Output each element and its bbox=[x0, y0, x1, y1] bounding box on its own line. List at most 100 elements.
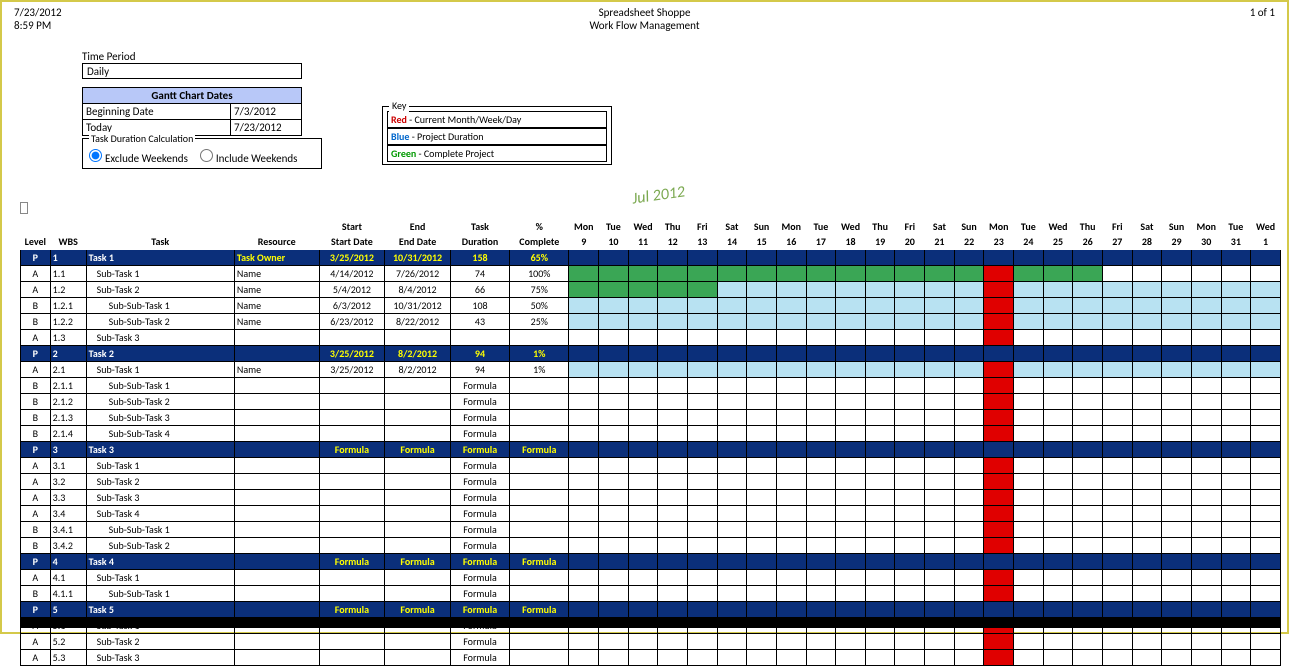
table-row[interactable]: A3.3Sub-Task 3Formula bbox=[21, 490, 1281, 506]
scroll-left-icon[interactable] bbox=[20, 202, 28, 214]
table-row[interactable]: B3.4.1Sub-Sub-Task 1Formula bbox=[21, 522, 1281, 538]
table-row[interactable]: P1Task 1Task Owner3/25/201210/31/2012158… bbox=[21, 250, 1281, 266]
table-row[interactable]: P5Task 5FormulaFormulaFormulaFormula bbox=[21, 602, 1281, 618]
gantt-cell bbox=[569, 266, 599, 282]
gantt-cell bbox=[717, 314, 747, 330]
gantt-cell bbox=[895, 282, 925, 298]
gantt-cell bbox=[1073, 426, 1103, 442]
gantt-cell bbox=[1191, 298, 1221, 314]
cell: Sub-Task 1 bbox=[86, 570, 234, 586]
gantt-cell bbox=[1014, 490, 1044, 506]
table-row[interactable]: B2.1.1Sub-Sub-Task 1Formula bbox=[21, 378, 1281, 394]
table-row[interactable]: A2.1Sub-Task 1Name3/25/20128/2/2012941% bbox=[21, 362, 1281, 378]
cell: Name bbox=[234, 314, 319, 330]
gantt-cell bbox=[1162, 650, 1192, 666]
cell bbox=[385, 474, 451, 490]
table-row[interactable]: A1.2Sub-Task 2Name5/4/20128/4/20126675% bbox=[21, 282, 1281, 298]
gantt-cell bbox=[1221, 362, 1251, 378]
table-row[interactable]: A1.1Sub-Task 1Name4/14/20127/26/20127410… bbox=[21, 266, 1281, 282]
table-row[interactable]: A5.3Sub-Task 3Formula bbox=[21, 650, 1281, 666]
col-header bbox=[86, 219, 234, 235]
gantt-cell bbox=[599, 650, 629, 666]
day-num: 15 bbox=[747, 234, 777, 250]
cell: Task Owner bbox=[234, 250, 319, 266]
gantt-cell bbox=[569, 442, 599, 458]
include-weekends-option[interactable]: Include Weekends bbox=[200, 149, 298, 165]
gantt-cell bbox=[1251, 570, 1281, 586]
gantt-cell bbox=[836, 602, 866, 618]
gcd-today-value[interactable]: 7/23/2012 bbox=[231, 120, 301, 135]
gantt-cell bbox=[1132, 538, 1162, 554]
gantt-cell bbox=[717, 298, 747, 314]
gantt-cell bbox=[658, 266, 688, 282]
gantt-cell bbox=[1251, 282, 1281, 298]
gantt-cell bbox=[1221, 474, 1251, 490]
table-row[interactable]: B3.4.2Sub-Sub-Task 2Formula bbox=[21, 538, 1281, 554]
gantt-cell bbox=[1073, 538, 1103, 554]
table-row[interactable]: B1.2.2Sub-Sub-Task 2Name6/23/20128/22/20… bbox=[21, 314, 1281, 330]
cell: A bbox=[21, 506, 51, 522]
exclude-weekends-radio[interactable] bbox=[89, 149, 102, 162]
gantt-cell bbox=[1221, 410, 1251, 426]
table-row[interactable]: A1.3Sub-Task 3 bbox=[21, 330, 1281, 346]
gantt-cell bbox=[776, 346, 806, 362]
cell bbox=[385, 410, 451, 426]
gantt-cell bbox=[1191, 282, 1221, 298]
cell bbox=[510, 474, 569, 490]
gantt-cell bbox=[806, 602, 836, 618]
gantt-cell bbox=[836, 522, 866, 538]
day-num: 24 bbox=[1014, 234, 1044, 250]
gantt-cell bbox=[1014, 602, 1044, 618]
col-header: End Date bbox=[385, 234, 451, 250]
gantt-cell bbox=[865, 410, 895, 426]
gantt-cell bbox=[984, 474, 1014, 490]
gantt-cell bbox=[836, 362, 866, 378]
col-header: Task bbox=[86, 234, 234, 250]
gantt-cell bbox=[687, 378, 717, 394]
gantt-cell bbox=[569, 522, 599, 538]
bottom-scrollbar[interactable] bbox=[20, 618, 1281, 628]
cell bbox=[510, 330, 569, 346]
gantt-cell bbox=[569, 538, 599, 554]
time-period-input[interactable]: Daily bbox=[82, 63, 302, 79]
gantt-cell bbox=[1191, 570, 1221, 586]
day-num: 30 bbox=[1191, 234, 1221, 250]
gantt-cell bbox=[658, 570, 688, 586]
cell: Sub-Task 2 bbox=[86, 474, 234, 490]
gantt-cell bbox=[569, 570, 599, 586]
cell: 66 bbox=[450, 282, 509, 298]
table-row[interactable]: A5.2Sub-Task 2Formula bbox=[21, 634, 1281, 650]
gantt-cell bbox=[599, 570, 629, 586]
gantt-cell bbox=[1132, 490, 1162, 506]
gcd-begin-value[interactable]: 7/3/2012 bbox=[231, 104, 301, 119]
table-row[interactable]: B2.1.2Sub-Sub-Task 2Formula bbox=[21, 394, 1281, 410]
exclude-weekends-option[interactable]: Exclude Weekends bbox=[89, 149, 188, 165]
table-row[interactable]: P2Task 23/25/20128/2/2012941% bbox=[21, 346, 1281, 362]
gantt-cell bbox=[1132, 458, 1162, 474]
cell: Formula bbox=[319, 554, 385, 570]
col-header: Task bbox=[450, 219, 509, 235]
table-row[interactable]: B2.1.3Sub-Sub-Task 3Formula bbox=[21, 410, 1281, 426]
day-num: 13 bbox=[687, 234, 717, 250]
gantt-cell bbox=[1162, 474, 1192, 490]
gantt-cell bbox=[776, 410, 806, 426]
include-weekends-radio[interactable] bbox=[200, 149, 213, 162]
table-row[interactable]: A3.4Sub-Task 4Formula bbox=[21, 506, 1281, 522]
gantt-cell bbox=[865, 298, 895, 314]
gantt-cell bbox=[1221, 634, 1251, 650]
table-row[interactable]: P3Task 3FormulaFormulaFormulaFormula bbox=[21, 442, 1281, 458]
table-row[interactable]: A4.1Sub-Task 1Formula bbox=[21, 570, 1281, 586]
table-row[interactable]: B2.1.4Sub-Sub-Task 4Formula bbox=[21, 426, 1281, 442]
table-row[interactable]: P4Task 4FormulaFormulaFormulaFormula bbox=[21, 554, 1281, 570]
cell bbox=[510, 458, 569, 474]
cell: Sub-Task 3 bbox=[86, 330, 234, 346]
gantt-cell bbox=[1132, 266, 1162, 282]
gantt-cell bbox=[747, 266, 777, 282]
table-row[interactable]: B4.1.1Sub-Sub-Task 1Formula bbox=[21, 586, 1281, 602]
cell: 43 bbox=[450, 314, 509, 330]
gantt-cell bbox=[569, 586, 599, 602]
table-row[interactable]: A3.1Sub-Task 1Formula bbox=[21, 458, 1281, 474]
table-row[interactable]: B1.2.1Sub-Sub-Task 1Name6/3/201210/31/20… bbox=[21, 298, 1281, 314]
table-row[interactable]: A3.2Sub-Task 2Formula bbox=[21, 474, 1281, 490]
gantt-cell bbox=[1073, 346, 1103, 362]
